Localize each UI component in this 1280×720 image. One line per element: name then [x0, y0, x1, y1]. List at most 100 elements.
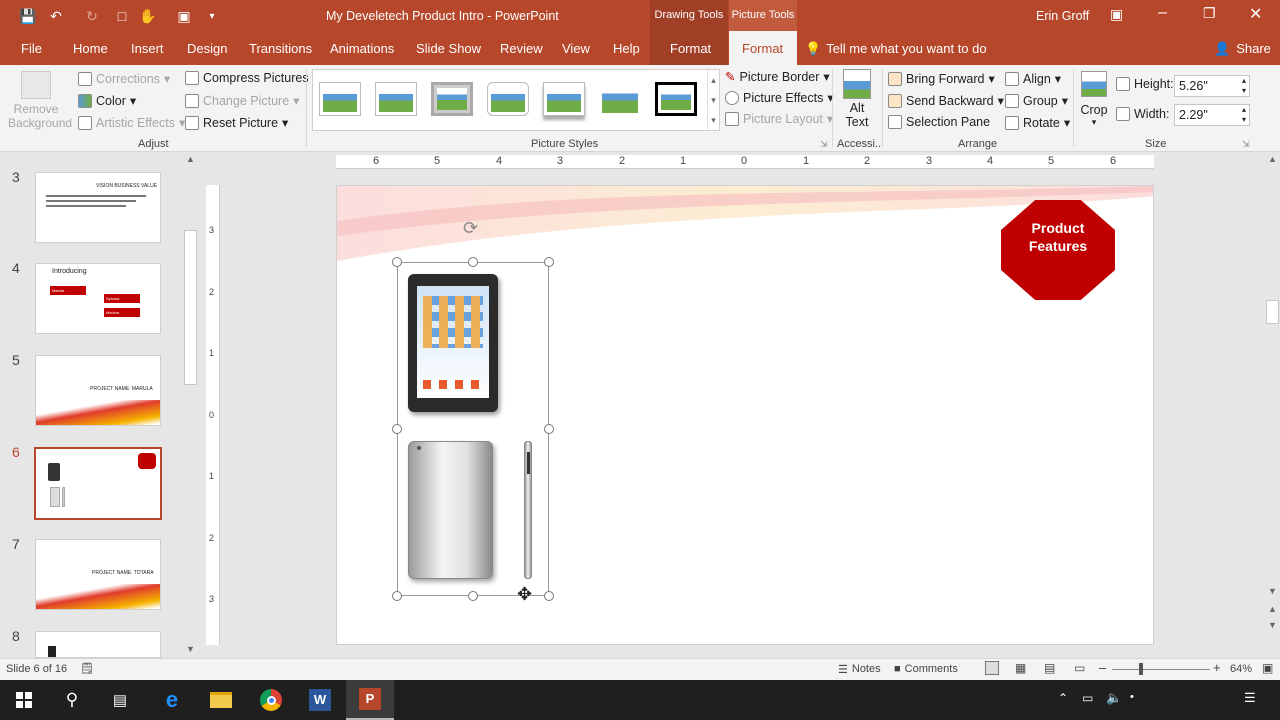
- tab-transitions[interactable]: Transitions: [249, 41, 312, 56]
- height-input[interactable]: 5.26" ▴ ▾: [1174, 75, 1250, 97]
- save-icon[interactable]: 💾: [18, 6, 38, 26]
- color-button[interactable]: Color ▾: [78, 93, 136, 108]
- thumbnail-scroll-thumb[interactable]: [184, 230, 197, 385]
- resize-handle[interactable]: [468, 257, 478, 267]
- tab-animations[interactable]: Animations: [330, 41, 394, 56]
- tab-slide-show[interactable]: Slide Show: [416, 41, 481, 56]
- resize-handle[interactable]: [392, 591, 402, 601]
- align-button[interactable]: Align ▾: [1005, 71, 1061, 86]
- normal-view-icon[interactable]: [985, 661, 999, 675]
- artistic-effects-button[interactable]: Artistic Effects ▾: [78, 115, 185, 130]
- picture-style-5[interactable]: [543, 82, 585, 116]
- picture-style-1[interactable]: [319, 82, 361, 116]
- corrections-button[interactable]: Corrections ▾: [78, 71, 170, 86]
- crop-button[interactable]: Crop ▾: [1078, 71, 1110, 128]
- tab-file[interactable]: File: [21, 41, 42, 56]
- notes-button[interactable]: ☰ Notes: [838, 663, 881, 676]
- input-indicator-icon[interactable]: •: [1130, 691, 1134, 703]
- zoom-level[interactable]: 64%: [1230, 663, 1252, 675]
- slide-thumbnail-3[interactable]: VISION BUSINESS VALUE: [35, 172, 161, 243]
- zoom-out-icon[interactable]: –: [1099, 660, 1106, 675]
- ribbon-display-options-icon[interactable]: ▣: [1110, 6, 1123, 23]
- redo-icon[interactable]: ↻: [82, 6, 102, 26]
- previous-slide-icon[interactable]: ▲: [1268, 604, 1277, 614]
- alt-text-button[interactable]: Alt Text: [840, 69, 874, 129]
- bring-forward-button[interactable]: Bring Forward ▾: [888, 71, 995, 86]
- rotate-button[interactable]: Rotate ▾: [1005, 115, 1070, 130]
- minimize-icon[interactable]: –: [1158, 4, 1167, 22]
- search-icon[interactable]: ⚲: [48, 680, 96, 720]
- reading-view-icon[interactable]: ▤: [1044, 661, 1055, 675]
- compress-pictures-button[interactable]: Compress Pictures: [185, 71, 309, 85]
- tab-design[interactable]: Design: [187, 41, 227, 56]
- slide-scroll-thumb[interactable]: [1266, 300, 1279, 324]
- comments-button[interactable]: ■ Comments: [894, 663, 958, 675]
- resize-handle[interactable]: [544, 591, 554, 601]
- windows-start-icon[interactable]: [0, 680, 48, 720]
- present-icon[interactable]: ▣: [174, 6, 194, 26]
- word-icon[interactable]: W: [296, 680, 344, 720]
- share-button[interactable]: 👤 Share: [1214, 41, 1271, 57]
- slide-sorter-icon[interactable]: ▦: [1015, 661, 1026, 675]
- width-input[interactable]: 2.29" ▴ ▾: [1174, 104, 1250, 126]
- group-button[interactable]: Group ▾: [1005, 93, 1068, 108]
- tab-review[interactable]: Review: [500, 41, 543, 56]
- width-spinner[interactable]: ▴ ▾: [1242, 105, 1246, 125]
- picture-style-2[interactable]: [375, 82, 417, 116]
- resize-handle[interactable]: [544, 424, 554, 434]
- edge-browser-icon[interactable]: e: [148, 680, 196, 720]
- selection-pane-button[interactable]: Selection Pane: [888, 115, 990, 129]
- picture-layout-button[interactable]: Picture Layout ▾: [725, 111, 833, 126]
- user-name[interactable]: Erin Groff: [1036, 9, 1089, 23]
- tab-insert[interactable]: Insert: [131, 41, 164, 56]
- task-view-icon[interactable]: ▤: [96, 680, 144, 720]
- file-explorer-icon[interactable]: [197, 680, 245, 720]
- slide-thumbnail-4[interactable]: Introducing Marula Sylvara Medina: [35, 263, 161, 334]
- resize-handle[interactable]: [468, 591, 478, 601]
- slide-thumbnail-8[interactable]: [35, 631, 161, 658]
- picture-style-3[interactable]: [431, 82, 473, 116]
- thumbnail-scrollbar[interactable]: ▲ ▼: [182, 152, 199, 658]
- chrome-icon[interactable]: [247, 680, 295, 720]
- resize-handle[interactable]: [392, 424, 402, 434]
- show-hidden-icons[interactable]: ⌃: [1058, 691, 1068, 705]
- customize-qat-icon[interactable]: ▾: [202, 6, 222, 26]
- slide-canvas[interactable]: Product Features ⟳ ✥: [336, 185, 1154, 645]
- send-backward-button[interactable]: Send Backward ▾: [888, 93, 1004, 108]
- fit-to-window-icon[interactable]: ▣: [1262, 661, 1273, 675]
- height-spinner[interactable]: ▴ ▾: [1242, 76, 1246, 96]
- restore-icon[interactable]: ❐: [1203, 5, 1216, 22]
- picture-style-4[interactable]: [487, 82, 529, 116]
- slide-scrollbar[interactable]: ▲ ▼ ▲ ▼: [1264, 152, 1280, 658]
- zoom-slider-thumb[interactable]: [1139, 663, 1143, 675]
- picture-style-7[interactable]: [655, 82, 697, 116]
- tab-help[interactable]: Help: [613, 41, 640, 56]
- next-slide-icon[interactable]: ▼: [1268, 620, 1277, 630]
- change-picture-button[interactable]: Change Picture ▾: [185, 93, 299, 108]
- tab-home[interactable]: Home: [73, 41, 108, 56]
- zoom-slider[interactable]: [1112, 669, 1210, 670]
- slideshow-view-icon[interactable]: ▭: [1074, 661, 1085, 675]
- tab-picture-format[interactable]: Format: [742, 41, 783, 56]
- picture-border-button[interactable]: ✎ Picture Border ▾: [725, 69, 830, 85]
- size-launcher-icon[interactable]: ⇲: [1242, 139, 1250, 150]
- start-from-beginning-icon[interactable]: □: [112, 6, 132, 26]
- slide-thumbnail-7[interactable]: PROJECT NAME: TOTARA: [35, 539, 161, 610]
- picture-effects-button[interactable]: Picture Effects ▾: [725, 90, 834, 105]
- zoom-in-icon[interactable]: +: [1213, 660, 1221, 675]
- reset-picture-button[interactable]: Reset Picture ▾: [185, 115, 288, 130]
- picture-style-6[interactable]: [599, 82, 641, 116]
- tab-drawing-format[interactable]: Format: [670, 41, 711, 56]
- action-center-icon[interactable]: ☰: [1244, 690, 1256, 706]
- remove-background-button[interactable]: Remove Background: [8, 69, 72, 133]
- tab-view[interactable]: View: [562, 41, 590, 56]
- gallery-scroll[interactable]: ▴ ▾ ▾: [707, 70, 719, 130]
- resize-handle[interactable]: [544, 257, 554, 267]
- touch-mode-icon[interactable]: ✋: [138, 6, 158, 26]
- picture-styles-launcher-icon[interactable]: ⇲: [820, 139, 828, 150]
- slide-thumbnail-5[interactable]: PROJECT NAME: MARULA: [35, 355, 161, 426]
- resize-handle[interactable]: [392, 257, 402, 267]
- network-icon[interactable]: ▭: [1082, 691, 1093, 705]
- slide-thumbnail-6-selected[interactable]: [34, 447, 162, 520]
- rotation-handle-icon[interactable]: ⟳: [463, 218, 478, 239]
